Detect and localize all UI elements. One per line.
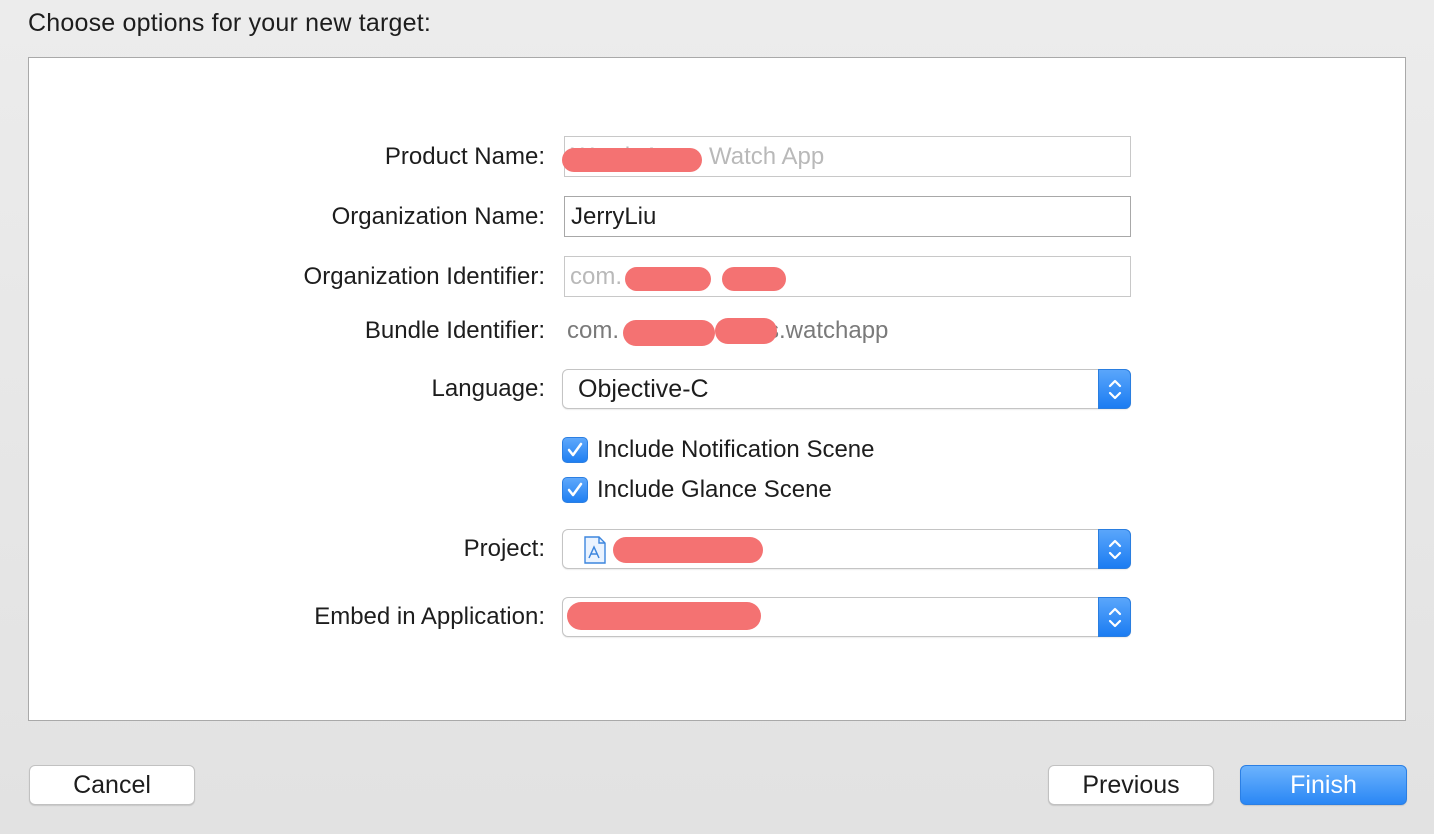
bundle-identifier-prefix: com.: [567, 317, 620, 344]
up-down-chevron-icon: [1108, 379, 1122, 400]
xcode-project-document-icon: [583, 536, 607, 569]
redaction-mark: [623, 320, 715, 346]
options-panel: Product Name: Watch App Organization Nam…: [28, 57, 1406, 721]
embed-in-application-stepper[interactable]: [1098, 597, 1131, 637]
project-stepper[interactable]: [1098, 529, 1131, 569]
language-label: Language:: [431, 375, 545, 402]
product-name-placeholder: Watch App: [709, 143, 825, 170]
redaction-mark: [567, 602, 761, 630]
include-glance-scene-label: Include Glance Scene: [597, 476, 832, 503]
language-popup[interactable]: Objective-C: [562, 369, 1131, 409]
bundle-identifier-label: Bundle Identifier:: [364, 317, 545, 344]
cancel-button[interactable]: Cancel: [29, 765, 195, 805]
embed-in-application-label: Embed in Application:: [314, 603, 545, 630]
include-notification-scene-label: Include Notification Scene: [597, 436, 875, 463]
redaction-mark: [715, 318, 777, 344]
redaction-mark: [562, 148, 702, 172]
include-notification-scene-checkbox[interactable]: [562, 437, 588, 463]
include-glance-scene-checkbox[interactable]: [562, 477, 588, 503]
language-value: Objective-C: [578, 375, 709, 403]
up-down-chevron-icon: [1108, 539, 1122, 560]
redaction-mark: [722, 267, 786, 291]
organization-identifier-label: Organization Identifier:: [303, 263, 545, 290]
language-stepper[interactable]: [1098, 369, 1131, 409]
previous-button[interactable]: Previous: [1048, 765, 1214, 805]
redaction-mark: [625, 267, 711, 291]
organization-name-field[interactable]: [564, 196, 1131, 237]
finish-button[interactable]: Finish: [1240, 765, 1407, 805]
checkmark-icon: [567, 442, 583, 457]
organization-identifier-placeholder: com.: [570, 263, 623, 290]
organization-name-label: Organization Name:: [331, 203, 545, 230]
product-name-label: Product Name:: [384, 143, 545, 170]
checkmark-icon: [567, 482, 583, 497]
project-label: Project:: [463, 535, 545, 562]
sheet-title: Choose options for your new target:: [28, 9, 432, 37]
redaction-mark: [613, 537, 763, 563]
up-down-chevron-icon: [1108, 607, 1122, 628]
bundle-identifier-suffix: s.watchapp: [767, 317, 889, 344]
